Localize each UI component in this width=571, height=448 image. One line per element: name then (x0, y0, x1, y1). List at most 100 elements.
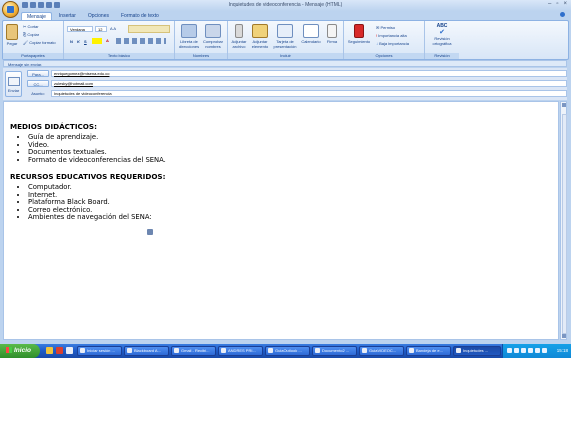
scroll-thumb[interactable] (562, 114, 567, 334)
vertical-scrollbar[interactable] (560, 101, 567, 340)
signature-button[interactable]: Firma (323, 24, 341, 44)
underline-button[interactable]: S (84, 39, 87, 44)
minimize-button[interactable]: – (548, 1, 551, 7)
follow-up-button[interactable]: Seguimiento (346, 24, 372, 44)
high-importance-button[interactable]: ! Importancia alta (376, 33, 407, 38)
tray-icon[interactable] (507, 348, 512, 353)
office-button[interactable] (2, 1, 19, 18)
taskbar-button-active[interactable]: Inquietudes ... (453, 346, 501, 356)
copy-button[interactable]: ⎘ Copiar (23, 32, 39, 37)
quick-launch (46, 347, 73, 354)
bold-button[interactable]: N (70, 39, 73, 44)
tray-icons (507, 348, 547, 353)
calendar-button[interactable]: Calendario (300, 24, 322, 44)
cut-button[interactable]: ✂ Cortar (23, 24, 39, 29)
scroll-up-icon[interactable] (562, 103, 566, 107)
group-label-options: Opciones (344, 53, 424, 59)
address-book-icon (181, 24, 197, 38)
paste-icon (6, 24, 18, 40)
office-logo-icon (7, 6, 14, 13)
didactic-media-list: Guía de aprendizaje. Video. Documentos t… (10, 133, 166, 165)
attach-item-label: Adjuntar elemento (251, 39, 269, 49)
redo-icon[interactable] (38, 2, 44, 8)
spelling-label: Revisión ortográfica (432, 36, 452, 46)
paste-options-icon[interactable] (147, 229, 153, 235)
ribbon: Pegar ✂ Cortar ⎘ Copiar 🖌 Copiar formato… (2, 20, 569, 60)
grow-shrink-font-icon[interactable]: A A (110, 26, 116, 31)
attach-file-button[interactable]: Adjuntar archivo (229, 24, 249, 49)
group-include: Adjuntar archivo Adjuntar elemento Tarje… (228, 21, 344, 59)
taskbar-button[interactable]: Gmail - Recibi... (171, 346, 216, 356)
section-heading: MEDIOS DIDÁCTICOS: (10, 122, 97, 131)
to-button[interactable]: Para... (27, 70, 49, 77)
spelling-button[interactable]: ABC ✔ Revisión ortográfica (427, 24, 457, 47)
address-book-button[interactable]: Libreta de direcciones (177, 24, 201, 49)
font-size-select[interactable]: 12 (95, 26, 107, 32)
paperclip-icon (235, 24, 243, 38)
format-painter-button[interactable]: 🖌 Copiar formato (23, 40, 56, 45)
taskbar-button[interactable]: GuiaVIDEOC... (359, 346, 404, 356)
help-icon[interactable] (560, 12, 565, 17)
tray-icon[interactable] (514, 348, 519, 353)
scroll-down-icon[interactable] (562, 334, 566, 338)
maximize-button[interactable]: ▫ (556, 1, 558, 7)
send-icon (7, 77, 20, 86)
quick-access-toolbar (22, 2, 60, 8)
group-proofing: ABC ✔ Revisión ortográfica Revisión (425, 21, 459, 59)
check-names-icon (205, 24, 221, 38)
message-body[interactable]: MEDIOS DIDÁCTICOS: Guía de aprendizaje. … (3, 101, 559, 340)
cc-button[interactable]: CC... (27, 80, 49, 87)
quicklaunch-icon[interactable] (66, 347, 73, 354)
taskbar-button[interactable]: Iniciar sesión ... (77, 346, 122, 356)
calendar-label: Calendario (301, 39, 321, 44)
undo-icon[interactable] (30, 2, 36, 8)
windows-flag-icon (6, 347, 12, 353)
tray-icon[interactable] (521, 348, 526, 353)
save-icon[interactable] (22, 2, 28, 8)
quicklaunch-icon[interactable] (56, 347, 63, 354)
list-item: Formato de videoconferencias del SENA. (28, 156, 166, 165)
outlook-message-window: Inquietudes de videoconferencia - Mensaj… (0, 0, 571, 358)
paste-label: Pegar (6, 41, 18, 46)
body-content: MEDIOS DIDÁCTICOS: Guía de aprendizaje. … (10, 122, 166, 230)
permission-button[interactable]: ✉ Permiso (376, 25, 395, 30)
tray-icon[interactable] (528, 348, 533, 353)
list-item: Ambientes de navegación del SENA: (28, 213, 166, 222)
attach-item-button[interactable]: Adjuntar elemento (249, 24, 271, 49)
send-button[interactable]: Enviar (5, 71, 22, 97)
tray-icon[interactable] (542, 348, 547, 353)
subject-field[interactable]: Inquietudes de videoconferencia (51, 90, 567, 97)
close-button[interactable]: × (563, 1, 567, 7)
cc-field[interactable]: zulesky@hotmail.com (51, 80, 567, 87)
business-card-label: Tarjeta de presentación (273, 39, 297, 49)
highlight-icon[interactable] (92, 38, 102, 44)
font-name-select[interactable]: Verdana (67, 26, 93, 32)
paste-button[interactable]: Pegar (5, 24, 19, 46)
flag-icon (354, 24, 364, 38)
taskbar-button[interactable]: Blackboard A... (124, 346, 169, 356)
quicklaunch-icon[interactable] (46, 347, 53, 354)
follow-up-label: Seguimiento (347, 39, 371, 44)
tray-icon[interactable] (535, 348, 540, 353)
group-basic-text: Verdana 12 A A N K S A Texto básico (64, 21, 175, 59)
down-arrow-icon: ↓ (376, 41, 378, 46)
signature-icon (327, 24, 337, 38)
start-button[interactable]: Inicio (0, 344, 40, 358)
taskbar: Inicio Iniciar sesión ... Blackboard A..… (0, 344, 571, 358)
list-buttons[interactable] (128, 25, 170, 33)
format-painter-label: Copiar formato (29, 40, 56, 45)
alignment-buttons[interactable] (116, 38, 166, 44)
to-field[interactable]: enriquegomez@misena.edu.co (51, 70, 567, 77)
font-color-icon[interactable]: A (106, 38, 109, 43)
down-arrow-icon[interactable] (54, 2, 60, 8)
up-arrow-icon[interactable] (46, 2, 52, 8)
taskbar-button[interactable]: Bandeja de e... (406, 346, 451, 356)
taskbar-button[interactable]: GuiaOutlook ... (265, 346, 310, 356)
low-importance-button[interactable]: ↓ Baja importancia (376, 41, 409, 46)
italic-button[interactable]: K (77, 39, 80, 44)
high-importance-label: Importancia alta (378, 33, 407, 38)
taskbar-button[interactable]: ANDRES PRI... (218, 346, 263, 356)
taskbar-button[interactable]: Documento2 ... (312, 346, 357, 356)
business-card-button[interactable]: Tarjeta de presentación (271, 24, 299, 49)
check-names-button[interactable]: Comprobar nombres (201, 24, 225, 49)
